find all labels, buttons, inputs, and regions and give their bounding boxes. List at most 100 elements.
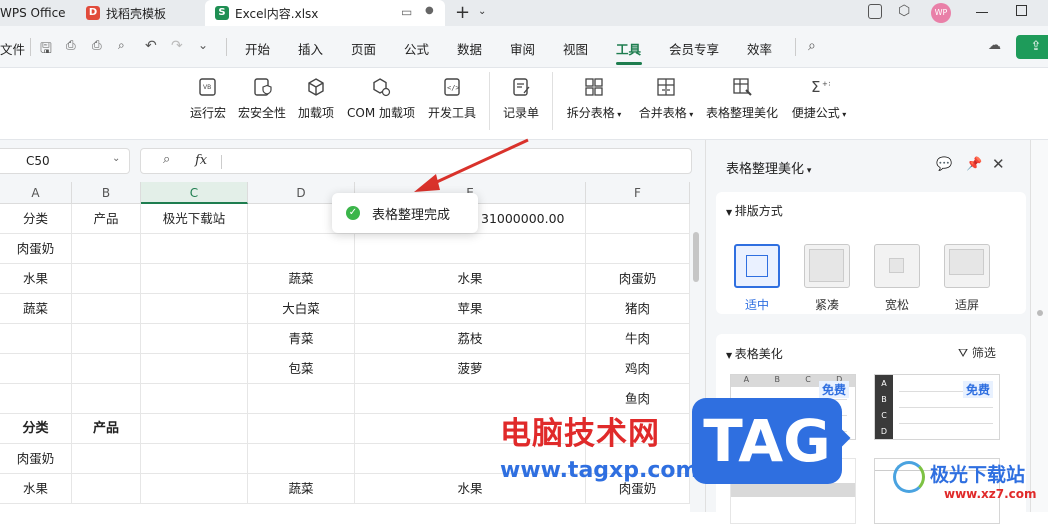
feedback-icon[interactable]: 💬: [936, 157, 952, 172]
menu-tools[interactable]: 工具: [616, 39, 641, 58]
grid-cell[interactable]: [248, 384, 355, 414]
grid-cell[interactable]: 肉蛋奶: [586, 264, 690, 294]
menu-insert[interactable]: 插入: [298, 39, 323, 58]
search-icon[interactable]: ⌕: [808, 38, 816, 54]
undo-icon[interactable]: ↶: [145, 38, 157, 54]
grid-cell[interactable]: [248, 234, 355, 264]
menu-home[interactable]: 开始: [245, 39, 270, 58]
tab-template[interactable]: D 找稻壳模板: [80, 0, 200, 26]
run-macro-button[interactable]: VB 运行宏: [186, 76, 230, 121]
menu-member[interactable]: 会员专享: [669, 39, 719, 58]
cloud-icon[interactable]: ☁: [988, 38, 1001, 53]
grid-cell[interactable]: 包菜: [248, 354, 355, 384]
macro-security-button[interactable]: 宏安全性: [236, 76, 288, 121]
grid-cell[interactable]: 蔬菜: [248, 474, 355, 504]
grid-cell[interactable]: [72, 264, 141, 294]
menu-page[interactable]: 页面: [351, 39, 376, 58]
grid-cell[interactable]: [72, 474, 141, 504]
pin-icon[interactable]: 📌: [966, 157, 982, 172]
menu-view[interactable]: 视图: [563, 39, 588, 58]
new-tab-icon[interactable]: +: [455, 2, 470, 23]
grid-cell[interactable]: [0, 384, 72, 414]
column-header-a[interactable]: A: [0, 182, 72, 204]
sidebar-toggle-icon[interactable]: [868, 4, 882, 19]
grid-cell[interactable]: [248, 444, 355, 474]
grid-cell[interactable]: 水果: [0, 264, 72, 294]
share-button[interactable]: ⇪: [1016, 35, 1048, 59]
print-preview-icon[interactable]: ⌕: [118, 38, 125, 53]
export-icon[interactable]: ⎙: [66, 38, 76, 53]
strip-dot-icon[interactable]: [1037, 310, 1043, 316]
grid-cell[interactable]: [586, 234, 690, 264]
quick-formula-button[interactable]: Σ+× 便捷公式 ▾: [788, 76, 850, 121]
grid-cell[interactable]: [141, 354, 248, 384]
close-icon[interactable]: ✕: [992, 155, 1005, 173]
grid-cell[interactable]: 鸡肉: [586, 354, 690, 384]
record-form-button[interactable]: 记录单: [499, 76, 543, 121]
minimize-icon[interactable]: [976, 12, 988, 13]
grid-cell[interactable]: 蔬菜: [0, 294, 72, 324]
column-header-b[interactable]: B: [72, 182, 141, 204]
zoom-search-icon[interactable]: ⌕: [163, 152, 170, 167]
developer-tools-button[interactable]: </> 开发工具: [424, 76, 480, 121]
menu-formula[interactable]: 公式: [404, 39, 429, 58]
layout-option-fit-screen[interactable]: [944, 244, 990, 288]
fx-icon[interactable]: fx: [195, 153, 207, 168]
grid-cell[interactable]: 极光下载站: [141, 204, 248, 234]
grid-cell[interactable]: [72, 444, 141, 474]
layout-section-title[interactable]: ▼ 排版方式: [726, 202, 783, 219]
grid-cell[interactable]: 大白菜: [248, 294, 355, 324]
grid-cell[interactable]: 肉蛋奶: [0, 234, 72, 264]
grid-cell[interactable]: 蔬菜: [248, 264, 355, 294]
addins-button[interactable]: 加载项: [294, 76, 338, 121]
grid-cell[interactable]: 水果: [355, 264, 586, 294]
grid-cell[interactable]: [141, 414, 248, 444]
grid-cell[interactable]: [355, 234, 586, 264]
grid-cell[interactable]: [72, 354, 141, 384]
grid-cell[interactable]: [72, 294, 141, 324]
cube-icon[interactable]: ⬡: [898, 3, 910, 19]
print-icon[interactable]: ⎙: [92, 38, 102, 53]
grid-cell[interactable]: 牛肉: [586, 324, 690, 354]
maximize-icon[interactable]: [1016, 5, 1027, 16]
grid-cell[interactable]: 菠萝: [355, 354, 586, 384]
tab-excel-file[interactable]: S Excel内容.xlsx ▭ ●: [205, 0, 445, 26]
template-style-2[interactable]: ABCD 免费: [874, 374, 1000, 440]
grid-cell[interactable]: 分类: [0, 414, 72, 444]
grid-cell[interactable]: 荔枝: [355, 324, 586, 354]
grid-cell[interactable]: [141, 234, 248, 264]
grid-cell[interactable]: [141, 474, 248, 504]
chevron-down-icon[interactable]: ⌄: [112, 153, 120, 164]
grid-cell[interactable]: 肉蛋奶: [0, 444, 72, 474]
grid-cell[interactable]: [0, 324, 72, 354]
grid-cell[interactable]: 青菜: [248, 324, 355, 354]
grid-cell[interactable]: [141, 294, 248, 324]
chevron-down-icon[interactable]: ⌄: [478, 6, 486, 17]
panel-title[interactable]: 表格整理美化 ▾: [726, 158, 811, 177]
column-header-c[interactable]: C: [141, 182, 248, 204]
grid-cell[interactable]: 产品: [72, 204, 141, 234]
grid-cell[interactable]: 苹果: [355, 294, 586, 324]
grid-cell[interactable]: [141, 264, 248, 294]
column-header-f[interactable]: F: [586, 182, 690, 204]
avatar[interactable]: WP: [931, 3, 951, 23]
grid-cell[interactable]: [72, 384, 141, 414]
grid-cell[interactable]: [141, 384, 248, 414]
layout-option-loose[interactable]: [874, 244, 920, 288]
grid-cell[interactable]: [72, 324, 141, 354]
grid-cell[interactable]: [141, 444, 248, 474]
unsaved-dot-icon[interactable]: ●: [425, 5, 434, 16]
grid-cell[interactable]: 产品: [72, 414, 141, 444]
tab-wps-office[interactable]: WPS Office: [0, 0, 72, 26]
more-chevron-icon[interactable]: ⌄: [198, 38, 208, 52]
beautify-section-title[interactable]: ▼ 表格美化: [726, 345, 783, 362]
layout-option-compact[interactable]: [804, 244, 850, 288]
menu-file[interactable]: 文件: [0, 39, 25, 58]
table-beautify-button[interactable]: 表格整理美化: [704, 76, 780, 121]
monitor-icon[interactable]: ▭: [401, 5, 412, 19]
menu-data[interactable]: 数据: [457, 39, 482, 58]
grid-cell[interactable]: [0, 354, 72, 384]
layout-option-medium[interactable]: [734, 244, 780, 288]
grid-cell[interactable]: [248, 414, 355, 444]
redo-icon[interactable]: ↷: [171, 38, 183, 54]
